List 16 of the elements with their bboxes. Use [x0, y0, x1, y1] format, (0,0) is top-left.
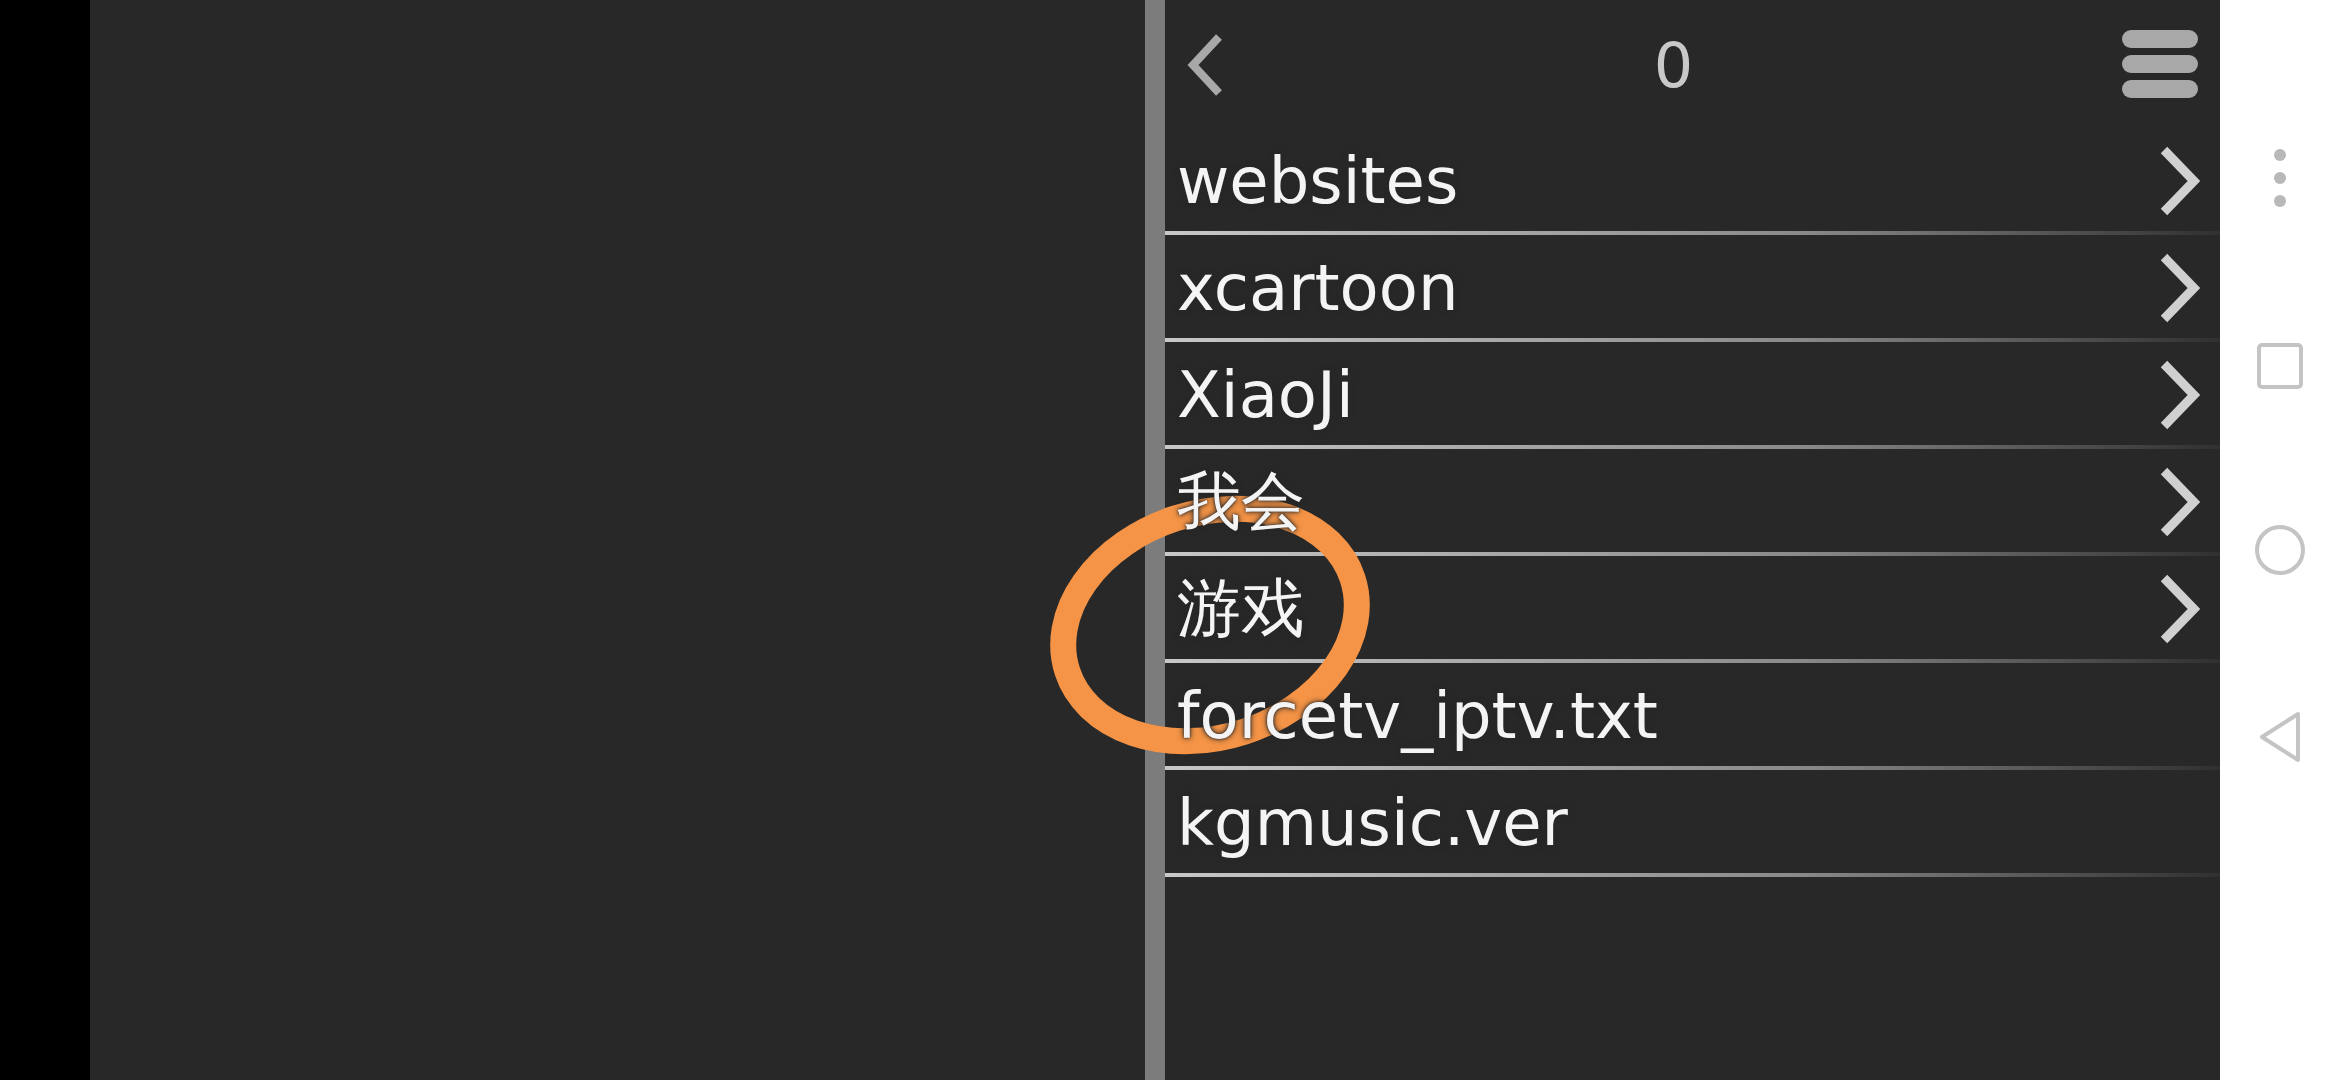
- back-icon[interactable]: [1185, 33, 1225, 97]
- file-list-item[interactable]: websites: [1165, 130, 2220, 235]
- file-list-item[interactable]: 游戏: [1165, 558, 2220, 663]
- chevron-right-icon: [2160, 573, 2200, 644]
- header-title: 0: [1653, 28, 1694, 102]
- more-icon[interactable]: [2273, 147, 2287, 208]
- menu-icon[interactable]: [2122, 30, 2198, 100]
- chevron-right-icon: [2160, 145, 2200, 216]
- home-icon[interactable]: [2254, 523, 2306, 576]
- file-list-item[interactable]: xcartoon: [1165, 237, 2220, 342]
- chevron-right-icon: [2160, 359, 2200, 430]
- file-list-item[interactable]: XiaoJi: [1165, 344, 2220, 449]
- file-list-item[interactable]: kgmusic.ver: [1165, 772, 2220, 877]
- chevron-right-icon: [2160, 466, 2200, 537]
- recent-apps-icon[interactable]: [2257, 342, 2303, 389]
- chevron-right-icon: [2160, 252, 2200, 323]
